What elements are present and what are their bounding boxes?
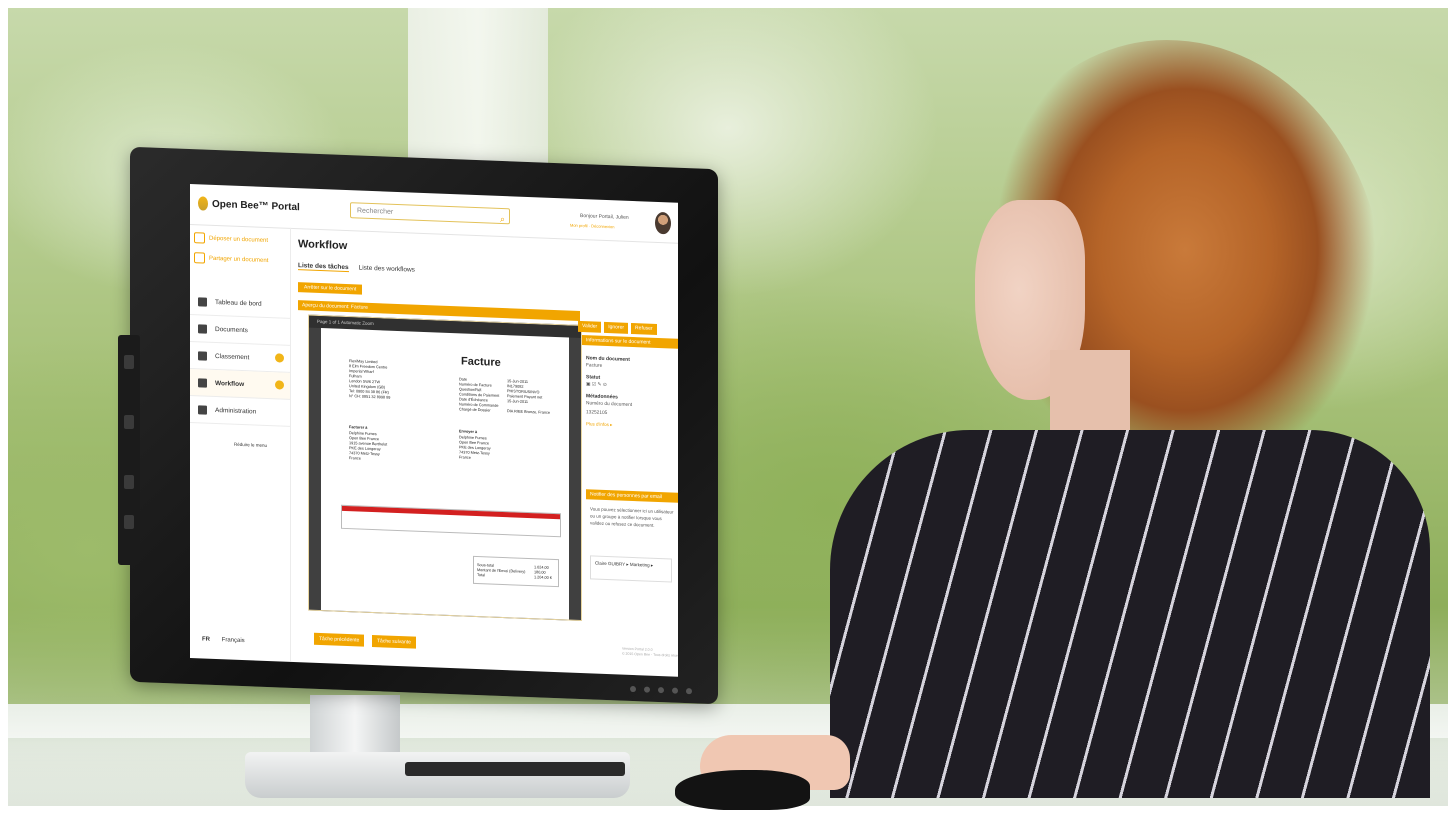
- sidebar-item-documents[interactable]: Documents: [190, 315, 290, 346]
- metadata-value: 13252105: [586, 410, 608, 417]
- search-icon[interactable]: ⌕: [500, 211, 505, 227]
- sidebar-item-dashboard[interactable]: Tableau de bord: [190, 288, 290, 319]
- sidebar-item-label: Workflow: [215, 379, 245, 388]
- computer-mouse: [675, 770, 810, 810]
- notify-panel: Vous pouvez sélectionner ici un utilisat…: [586, 499, 678, 593]
- invoice-details: Date Numéro de Facture Question/Réf. Con…: [459, 377, 500, 413]
- doc-name-value: Facture: [586, 363, 603, 369]
- upload-document-action[interactable]: Déposer un document: [194, 232, 268, 246]
- sidebar-item-label: Administration: [215, 406, 257, 416]
- folder-icon: [198, 323, 207, 334]
- invoice-page: Facture FlexiMay Limited 8 Elm Freedom C…: [321, 328, 569, 620]
- invoice-title: Facture: [461, 355, 501, 369]
- classement-badge: [275, 353, 284, 363]
- user-links[interactable]: Mon profil · Déconnexion: [570, 223, 614, 230]
- sidebar-menu: Tableau de bord Documents Classement Wor…: [190, 288, 290, 427]
- notify-user-chip[interactable]: Claire GUIBRY ▸ Marketing ▸: [590, 555, 672, 583]
- monitor-buttons: [630, 685, 720, 697]
- search-placeholder: Rechercher: [357, 207, 394, 216]
- share-document-label: Partager un document: [209, 255, 269, 264]
- notify-text: Vous pouvez sélectionner ici un utilisat…: [590, 506, 674, 528]
- previous-task-button[interactable]: Tâche précédente: [314, 632, 365, 647]
- filter-chip[interactable]: Arrêter sur le document: [298, 282, 363, 295]
- footer-text: Version Portal 2.0.0 © 2015 Open Bee - T…: [622, 646, 678, 658]
- pdf-viewer[interactable]: Page 1 of 1 Automatic Zoom Facture Flexi…: [308, 314, 582, 622]
- search-input[interactable]: Rechercher ⌕: [350, 202, 510, 227]
- app-logo[interactable]: Open Bee™ Portal: [198, 196, 300, 214]
- sidebar-item-classement[interactable]: Classement: [190, 342, 290, 373]
- invoice-total-labels: Sous-total Montant de l'Envoi (Delivery)…: [477, 563, 526, 578]
- dashboard-icon: [198, 296, 207, 307]
- invoice-table: [341, 504, 561, 538]
- ship-label: Envoyer à: [459, 429, 478, 435]
- keyboard: [405, 762, 625, 776]
- invoice-details-values: 15-Jun-2011 IN179082 PHISTORIUSINVO Paie…: [507, 379, 551, 415]
- app-name: Open Bee™ Portal: [212, 198, 300, 213]
- task-actions: Valider Ignorer Refuser: [578, 320, 657, 335]
- avatar[interactable]: [655, 211, 671, 235]
- billed-address: Delphine Fumes Open Bee France 1915 aven…: [349, 431, 388, 461]
- workflow-badge: [275, 380, 284, 390]
- gear-icon: [198, 404, 207, 415]
- ship-address: Delphine Fumes Open Bee France PKE des L…: [459, 435, 491, 460]
- page-title: Workflow: [298, 238, 348, 253]
- upload-icon: [194, 232, 205, 244]
- monitor-side-ports: [118, 335, 140, 565]
- language-name: Français: [221, 637, 245, 645]
- share-icon: [194, 252, 205, 264]
- validate-button[interactable]: Valider: [578, 320, 602, 333]
- refuse-button[interactable]: Refuser: [631, 322, 657, 335]
- sidebar-item-label: Tableau de bord: [215, 298, 262, 308]
- monitor-stand-neck: [310, 695, 400, 760]
- tab-workflow-list[interactable]: Liste des workflows: [359, 264, 415, 274]
- metadata-field: Numéro du document: [586, 401, 633, 408]
- checklist-icon: [198, 377, 207, 388]
- sidebar-item-workflow[interactable]: Workflow: [190, 369, 290, 400]
- sidebar-item-label: Documents: [215, 325, 248, 334]
- striped-shirt: [830, 430, 1430, 798]
- document-info: Nom du document Facture Statut ▣ ☑ ✎ ⊙ M…: [582, 341, 678, 495]
- tabs: Liste des tâches Liste des workflows: [298, 262, 415, 274]
- next-task-button[interactable]: Tâche suivante: [372, 634, 416, 649]
- bee-icon: [198, 196, 208, 211]
- invoice-sender: FlexiMay Limited 8 Elm Freedom Centre Im…: [349, 359, 391, 400]
- share-document-action[interactable]: Partager un document: [194, 252, 268, 266]
- language-code: FR: [202, 636, 210, 643]
- more-info-link[interactable]: Plus d'infos ▸: [586, 421, 678, 431]
- sidebar: Déposer un document Partager un document…: [190, 224, 291, 662]
- upload-document-label: Déposer un document: [209, 235, 269, 244]
- status-icons[interactable]: ▣ ☑ ✎ ⊙: [586, 382, 678, 391]
- archive-icon: [198, 350, 207, 361]
- invoice-total-values: 1.024,00 180,00 1.204,00 €: [534, 565, 552, 580]
- user-greeting: Bonjour Portail, Julien: [580, 212, 629, 221]
- portal-screen: Open Bee™ Portal Rechercher ⌕ Bonjour Po…: [190, 184, 678, 677]
- reduce-menu-button[interactable]: Réduire le menu: [234, 442, 267, 448]
- invoice-total-box: Sous-total Montant de l'Envoi (Delivery)…: [473, 555, 559, 588]
- sidebar-item-label: Classement: [215, 352, 250, 361]
- language-selector[interactable]: FR Français: [202, 636, 245, 644]
- billed-label: Facturer à: [349, 425, 368, 430]
- sidebar-item-administration[interactable]: Administration: [190, 396, 290, 427]
- invoice-table-header: [342, 505, 560, 520]
- ignore-button[interactable]: Ignorer: [604, 321, 629, 334]
- tab-task-list[interactable]: Liste des tâches: [298, 262, 349, 273]
